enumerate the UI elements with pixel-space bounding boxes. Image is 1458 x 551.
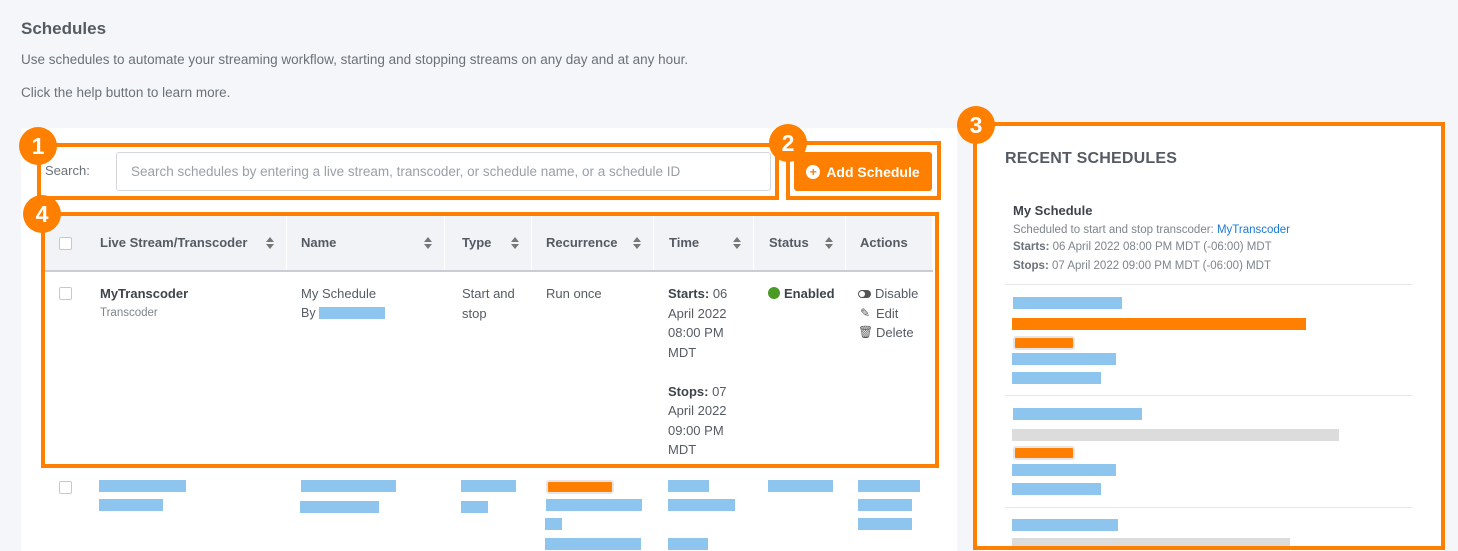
callout-box-table [41,212,939,468]
callout-badge-2: 2 [769,124,807,162]
callout-badge-4: 4 [23,195,61,233]
callout-box-add-schedule [786,141,941,200]
help-text: Click the help button to learn more. [21,85,231,100]
intro-text: Use schedules to automate your streaming… [21,52,689,67]
page-title: Schedules [21,19,107,38]
callout-badge-3: 3 [957,106,995,144]
callout-box-recent [973,122,1445,550]
callout-box-search [37,143,779,200]
callout-badge-1: 1 [19,127,57,165]
row-checkbox[interactable] [59,481,72,494]
